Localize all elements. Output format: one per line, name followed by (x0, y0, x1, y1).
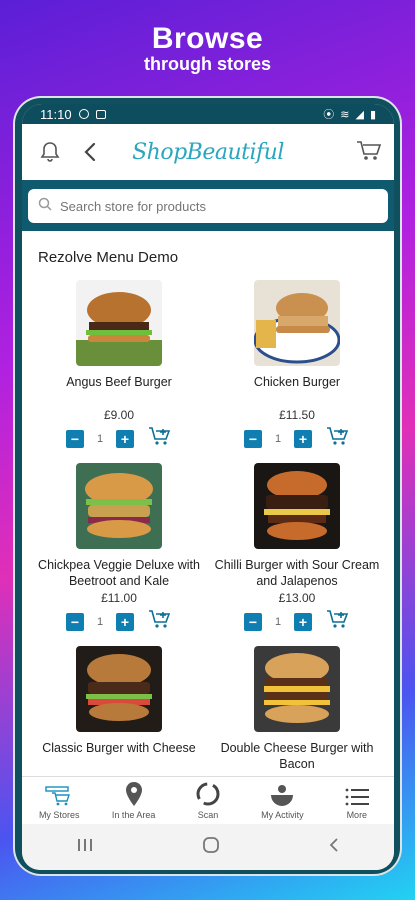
add-to-cart-icon[interactable] (326, 426, 350, 451)
bottom-navigation: My Stores In the Area Scan My Activity M… (22, 776, 394, 824)
signal-icon: ◢ (355, 108, 364, 121)
product-price: £11.50 (279, 408, 315, 422)
increment-button[interactable]: + (294, 612, 312, 631)
hero-title: Browse (151, 22, 264, 55)
system-navigation-bar (22, 824, 394, 870)
store-content: Rezolve Menu Demo Angus Beef Burger £9.0… (22, 231, 394, 772)
add-to-cart-icon[interactable] (326, 609, 350, 634)
nav-label: More (346, 810, 368, 820)
product-card[interactable]: Chickpea Veggie Deluxe with Beetroot and… (30, 463, 208, 634)
quantity-value[interactable]: 1 (90, 433, 110, 445)
product-name: Chicken Burger (253, 375, 341, 389)
back-chevron-icon[interactable] (76, 138, 104, 166)
product-card[interactable]: Classic Burger with Cheese (30, 646, 208, 772)
nav-label: My Activity (261, 810, 304, 820)
product-image[interactable] (254, 280, 340, 366)
hero: Browse through stores (0, 22, 415, 75)
increment-button[interactable]: + (294, 429, 312, 448)
increment-button[interactable]: + (116, 612, 134, 631)
product-name: Chickpea Veggie Deluxe with Beetroot and… (38, 558, 200, 588)
store-cart-icon (45, 786, 71, 806)
decrement-button[interactable]: − (66, 429, 84, 448)
product-card[interactable]: Chilli Burger with Sour Cream and Jalape… (208, 463, 386, 634)
product-price: £9.00 (103, 408, 135, 422)
add-to-cart-icon[interactable] (148, 609, 172, 634)
decrement-button[interactable]: − (244, 612, 262, 631)
nav-in-the-area[interactable]: In the Area (96, 777, 170, 824)
add-to-cart-icon[interactable] (148, 426, 172, 451)
quantity-stepper: − 1 + (66, 426, 172, 451)
product-name: Chilli Burger with Sour Cream and Jalape… (214, 558, 380, 588)
nav-label: My Stores (38, 810, 80, 820)
product-name: Angus Beef Burger (66, 375, 172, 389)
menu-list-icon (345, 788, 369, 806)
quantity-stepper: − 1 + (244, 426, 350, 451)
search-icon (38, 197, 52, 216)
product-image[interactable] (254, 646, 340, 732)
nav-scan[interactable]: Scan (171, 777, 245, 824)
location-pin-icon (125, 782, 142, 806)
app-header: ShopBeautiful (22, 124, 394, 184)
battery-icon: ▮ (369, 108, 376, 121)
system-back-icon[interactable] (328, 837, 340, 858)
quantity-stepper: − 1 + (66, 609, 172, 634)
product-name: Double Cheese Burger with Bacon (220, 741, 374, 771)
quantity-value[interactable]: 1 (268, 433, 288, 445)
location-status-icon: ⦿ (323, 109, 335, 121)
product-image[interactable] (76, 463, 162, 549)
product-grid: Angus Beef Burger £9.00 − 1 + Chicken Bu… (30, 280, 386, 772)
nav-my-stores[interactable]: My Stores (22, 777, 96, 824)
nav-label: Scan (197, 810, 219, 820)
bell-icon[interactable] (36, 138, 64, 166)
quantity-stepper: − 1 + (244, 609, 350, 634)
cart-icon[interactable] (356, 140, 382, 167)
activity-icon (271, 785, 294, 806)
wifi-icon: ≋ (340, 108, 350, 121)
product-image[interactable] (76, 280, 162, 366)
nav-more[interactable]: More (320, 777, 394, 824)
status-bar: 11:10 ⦿ ≋ ◢ ▮ (22, 104, 394, 124)
product-card[interactable]: Chicken Burger £11.50 − 1 + (208, 280, 386, 451)
search-bar (22, 183, 394, 231)
quantity-value[interactable]: 1 (90, 616, 110, 628)
phone-frame: 11:10 ⦿ ≋ ◢ ▮ ShopBeautiful Search store… (13, 96, 402, 876)
product-image[interactable] (254, 463, 340, 549)
search-box[interactable] (28, 189, 388, 223)
increment-button[interactable]: + (116, 429, 134, 448)
product-image[interactable] (76, 646, 162, 732)
product-price: £11.00 (101, 591, 137, 605)
image-icon (95, 109, 106, 119)
store-title: Rezolve Menu Demo (38, 249, 179, 266)
product-card[interactable]: Angus Beef Burger £9.00 − 1 + (30, 280, 208, 451)
nav-my-activity[interactable]: My Activity (245, 777, 319, 824)
nav-label: In the Area (111, 810, 156, 820)
phone-screen: 11:10 ⦿ ≋ ◢ ▮ ShopBeautiful Search store… (22, 104, 394, 870)
decrement-button[interactable]: − (66, 612, 84, 631)
hero-subtitle: through stores (143, 54, 271, 74)
scan-icon (196, 782, 220, 806)
product-card[interactable]: Double Cheese Burger with Bacon (208, 646, 386, 772)
status-circle-icon (78, 109, 89, 119)
home-icon[interactable] (202, 836, 220, 859)
product-price: £13.00 (278, 591, 316, 605)
status-time: 11:10 (40, 106, 72, 122)
quantity-value[interactable]: 1 (268, 616, 288, 628)
recent-apps-icon[interactable] (76, 838, 94, 857)
product-name: Classic Burger with Cheese (42, 741, 196, 755)
decrement-button[interactable]: − (244, 429, 262, 448)
search-input[interactable] (60, 198, 378, 214)
